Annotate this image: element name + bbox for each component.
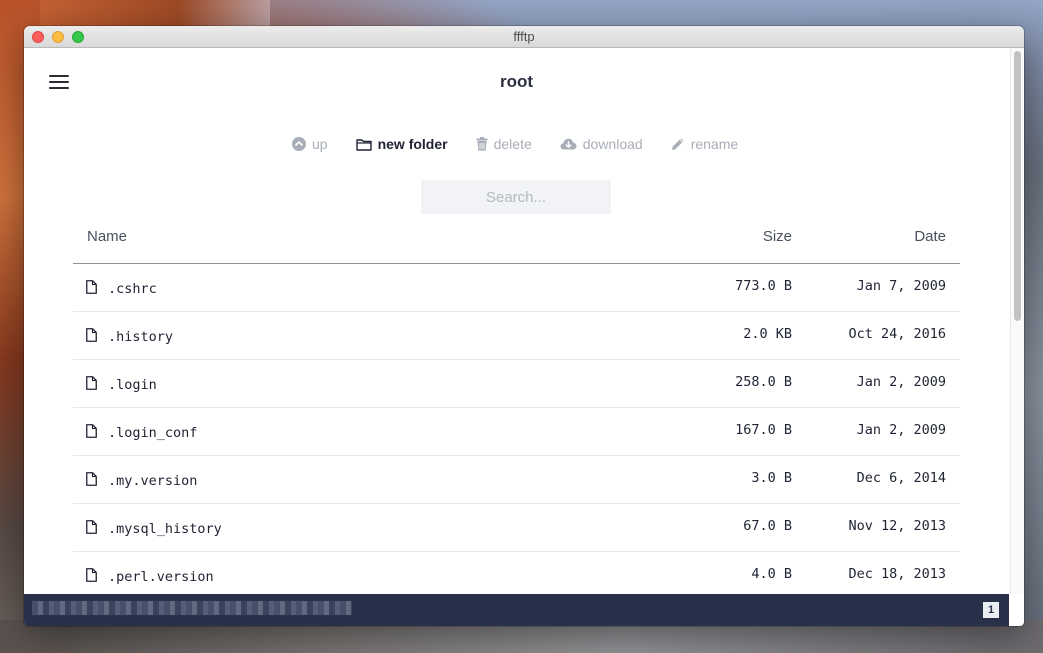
file-icon [86, 424, 97, 438]
file-size: 773.0 B [735, 278, 792, 294]
file-name: .my.version [108, 473, 198, 489]
column-header-date[interactable]: Date [914, 228, 946, 245]
file-size: 67.0 B [743, 518, 792, 534]
table-row[interactable]: .my.version 3.0 B Dec 6, 2014 [73, 456, 960, 504]
scrollbar-thumb[interactable] [1014, 51, 1021, 321]
app-window: ffftp root up new folder delete download… [24, 26, 1024, 626]
download-button[interactable]: download [560, 136, 643, 152]
file-name: .mysql_history [108, 521, 222, 537]
file-name: .perl.version [108, 569, 214, 585]
new-folder-label: new folder [377, 136, 448, 152]
table-header: Name Size Date [73, 224, 960, 264]
file-name: .cshrc [108, 281, 157, 297]
file-name: .login [108, 377, 157, 393]
download-label: download [582, 136, 643, 152]
file-date: Dec 18, 2013 [848, 566, 946, 582]
table-row[interactable]: .mysql_history 67.0 B Nov 12, 2013 [73, 504, 960, 552]
column-header-name[interactable]: Name [87, 228, 127, 245]
file-date: Jan 2, 2009 [856, 422, 946, 438]
title-bar[interactable]: ffftp [24, 26, 1024, 48]
pencil-icon [671, 138, 684, 150]
new-folder-button[interactable]: new folder [355, 136, 448, 152]
current-path-title: root [499, 72, 534, 91]
table-row[interactable]: .perl.version 4.0 B Dec 18, 2013 [73, 552, 960, 594]
up-label: up [312, 136, 328, 152]
vertical-scrollbar[interactable] [1010, 48, 1024, 594]
table-row[interactable]: .login_conf 167.0 B Jan 2, 2009 [73, 408, 960, 456]
file-size: 4.0 B [751, 566, 792, 582]
file-date: Jan 2, 2009 [856, 374, 946, 390]
rename-label: rename [690, 136, 739, 152]
file-date: Oct 24, 2016 [848, 326, 946, 342]
up-button[interactable]: up [292, 136, 328, 152]
file-icon [86, 280, 97, 294]
main-content: root up new folder delete download renam… [24, 48, 1009, 594]
file-name: .history [108, 329, 174, 345]
folder-icon [355, 138, 372, 151]
file-icon [86, 328, 97, 342]
file-icon [86, 376, 97, 390]
search-input[interactable] [421, 180, 611, 214]
arrow-up-circle-icon [292, 137, 306, 151]
file-size: 3.0 B [751, 470, 792, 486]
rename-button[interactable]: rename [671, 136, 738, 152]
toolbar: up new folder delete download rename [292, 134, 738, 154]
cloud-download-icon [560, 138, 577, 150]
table-row[interactable]: .cshrc 773.0 B Jan 7, 2009 [73, 264, 960, 312]
file-date: Dec 6, 2014 [856, 470, 946, 486]
status-bar: 1 [24, 594, 1009, 626]
file-size: 258.0 B [735, 374, 792, 390]
table-row[interactable]: .login 258.0 B Jan 2, 2009 [73, 360, 960, 408]
file-icon [86, 520, 97, 534]
file-name: .login_conf [108, 425, 198, 441]
delete-label: delete [493, 136, 532, 152]
trash-icon [476, 137, 488, 151]
column-header-size[interactable]: Size [763, 228, 792, 245]
delete-button[interactable]: delete [476, 136, 532, 152]
table-row[interactable]: .history 2.0 KB Oct 24, 2016 [73, 312, 960, 360]
file-icon [86, 568, 97, 582]
file-icon [86, 472, 97, 486]
file-size: 2.0 KB [743, 326, 792, 342]
status-badge: 1 [983, 602, 999, 618]
window-title: ffftp [513, 29, 535, 44]
status-text [32, 601, 352, 615]
file-size: 167.0 B [735, 422, 792, 438]
file-date: Nov 12, 2013 [848, 518, 946, 534]
file-date: Jan 7, 2009 [856, 278, 946, 294]
